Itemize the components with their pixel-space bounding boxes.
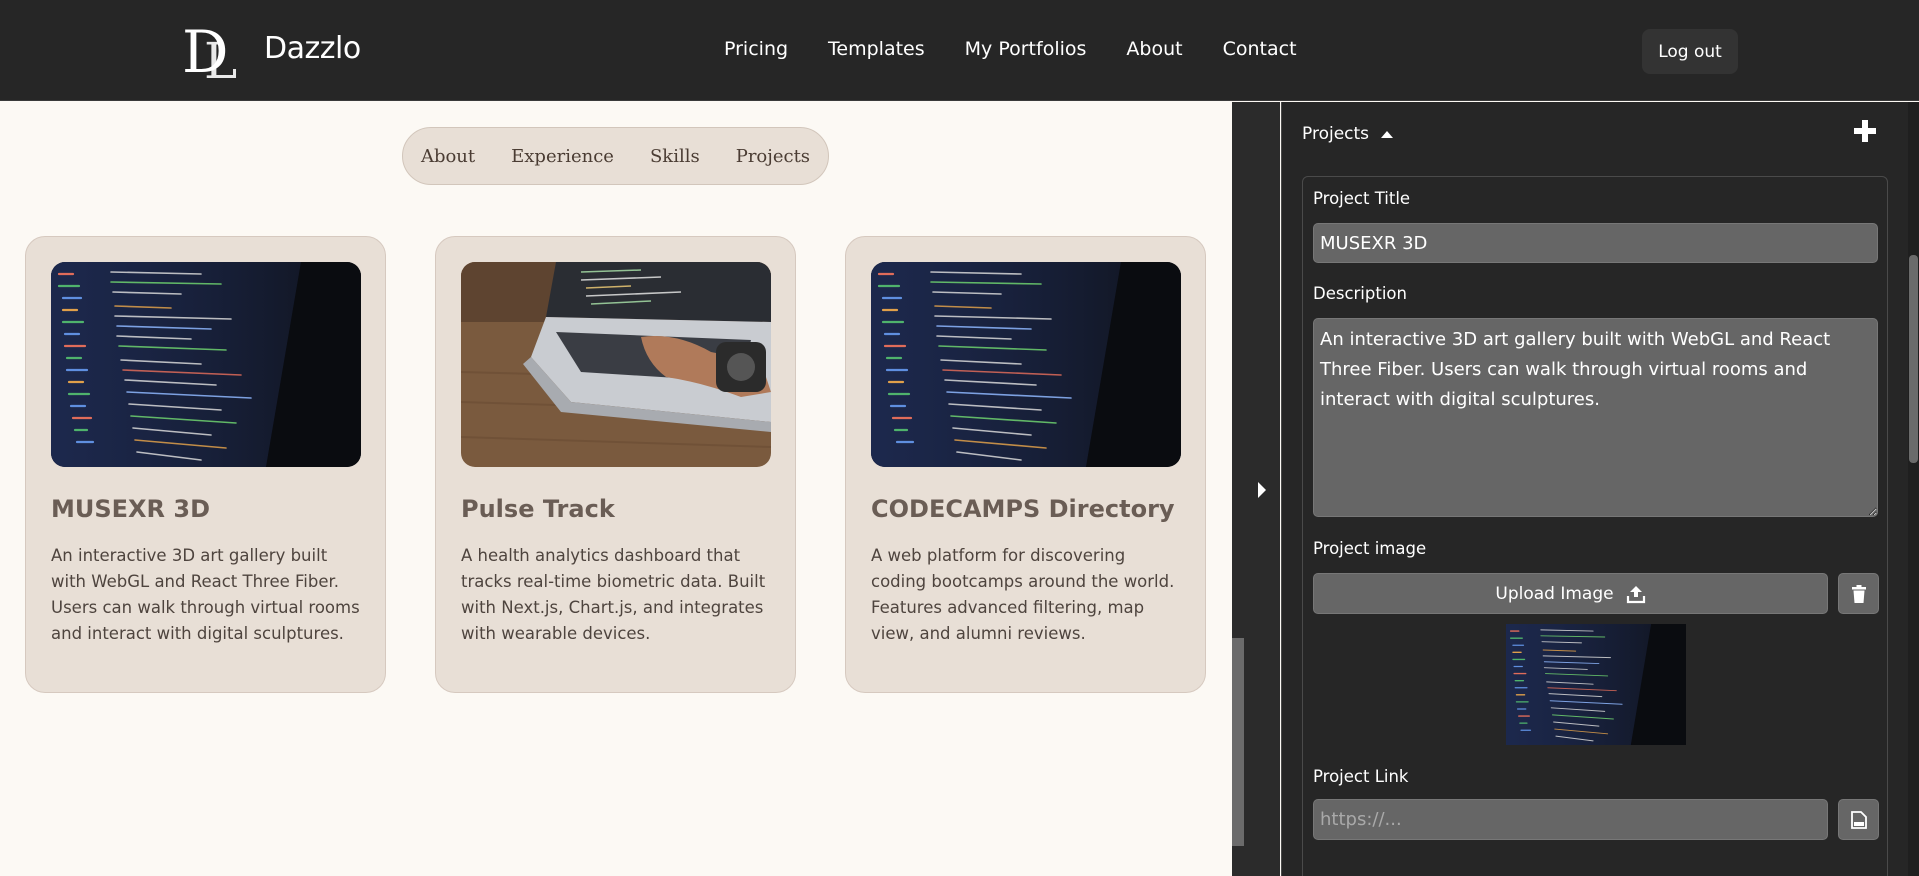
preview-scrollbar-thumb[interactable] (1232, 638, 1244, 846)
project-card[interactable]: MUSEXR 3D An interactive 3D art gallery … (25, 236, 386, 693)
description-textarea[interactable]: An interactive 3D art gallery built with… (1313, 318, 1878, 517)
caret-up-icon[interactable] (1381, 130, 1394, 138)
dazzlo-logo-icon[interactable]: D L (182, 20, 248, 80)
top-navbar: D L Dazzlo Pricing Templates My Portfoli… (0, 0, 1919, 101)
collapse-panel-icon[interactable] (1256, 480, 1268, 500)
upload-image-label: Upload Image (1495, 583, 1614, 604)
description-label: Description (1313, 284, 1407, 303)
project-description: A health analytics dashboard that tracks… (461, 546, 766, 643)
section-link-experience[interactable]: Experience (511, 146, 614, 167)
project-title: Pulse Track (461, 495, 615, 523)
link-action-button[interactable] (1838, 799, 1879, 840)
project-image-label: Project image (1313, 539, 1427, 558)
project-title-label: Project Title (1313, 189, 1411, 208)
section-link-about[interactable]: About (421, 146, 475, 167)
projects-section-header[interactable]: Projects (1302, 124, 1394, 144)
delete-image-button[interactable] (1838, 573, 1879, 614)
svg-text:L: L (204, 32, 237, 80)
nav-pricing[interactable]: Pricing (724, 38, 788, 60)
main-nav: Pricing Templates My Portfolios About Co… (724, 38, 1337, 60)
trash-icon (1851, 584, 1866, 603)
nav-my-portfolios[interactable]: My Portfolios (965, 38, 1087, 60)
portfolio-preview: About Experience Skills Projects MUSEXR … (0, 102, 1232, 876)
logout-button[interactable]: Log out (1642, 29, 1738, 74)
project-description: A web platform for discovering coding bo… (871, 546, 1175, 643)
section-link-skills[interactable]: Skills (650, 146, 700, 167)
upload-image-button[interactable]: Upload Image (1313, 573, 1828, 614)
project-title-input[interactable] (1313, 223, 1878, 263)
project-card[interactable]: CODECAMPS Directory A web platform for d… (845, 236, 1206, 693)
project-image-thumbnail (1506, 624, 1686, 745)
add-project-plus-icon[interactable] (1850, 116, 1880, 146)
nav-about[interactable]: About (1126, 38, 1182, 60)
project-title: MUSEXR 3D (51, 495, 211, 523)
editor-scrollbar-track[interactable] (1908, 102, 1919, 876)
project-title: CODECAMPS Directory (871, 495, 1175, 523)
nav-contact[interactable]: Contact (1223, 38, 1297, 60)
project-description: An interactive 3D art gallery built with… (51, 546, 360, 643)
project-image (51, 262, 361, 467)
section-title: Projects (1302, 124, 1370, 144)
document-icon (1850, 810, 1867, 829)
upload-icon (1626, 585, 1645, 603)
project-link-input[interactable] (1313, 799, 1828, 840)
project-card[interactable]: Pulse Track A health analytics dashboard… (435, 236, 796, 693)
nav-templates[interactable]: Templates (828, 38, 925, 60)
section-link-projects[interactable]: Projects (736, 146, 810, 167)
section-nav: About Experience Skills Projects (402, 127, 829, 185)
editor-scrollbar-thumb[interactable] (1909, 255, 1918, 463)
project-image (461, 262, 771, 467)
project-image (871, 262, 1181, 467)
project-link-label: Project Link (1313, 767, 1409, 786)
editor-panel: Projects Project Title Description An in… (1281, 102, 1919, 876)
brand-name[interactable]: Dazzlo (264, 31, 361, 66)
project-form: Project Title Description An interactive… (1302, 176, 1888, 876)
